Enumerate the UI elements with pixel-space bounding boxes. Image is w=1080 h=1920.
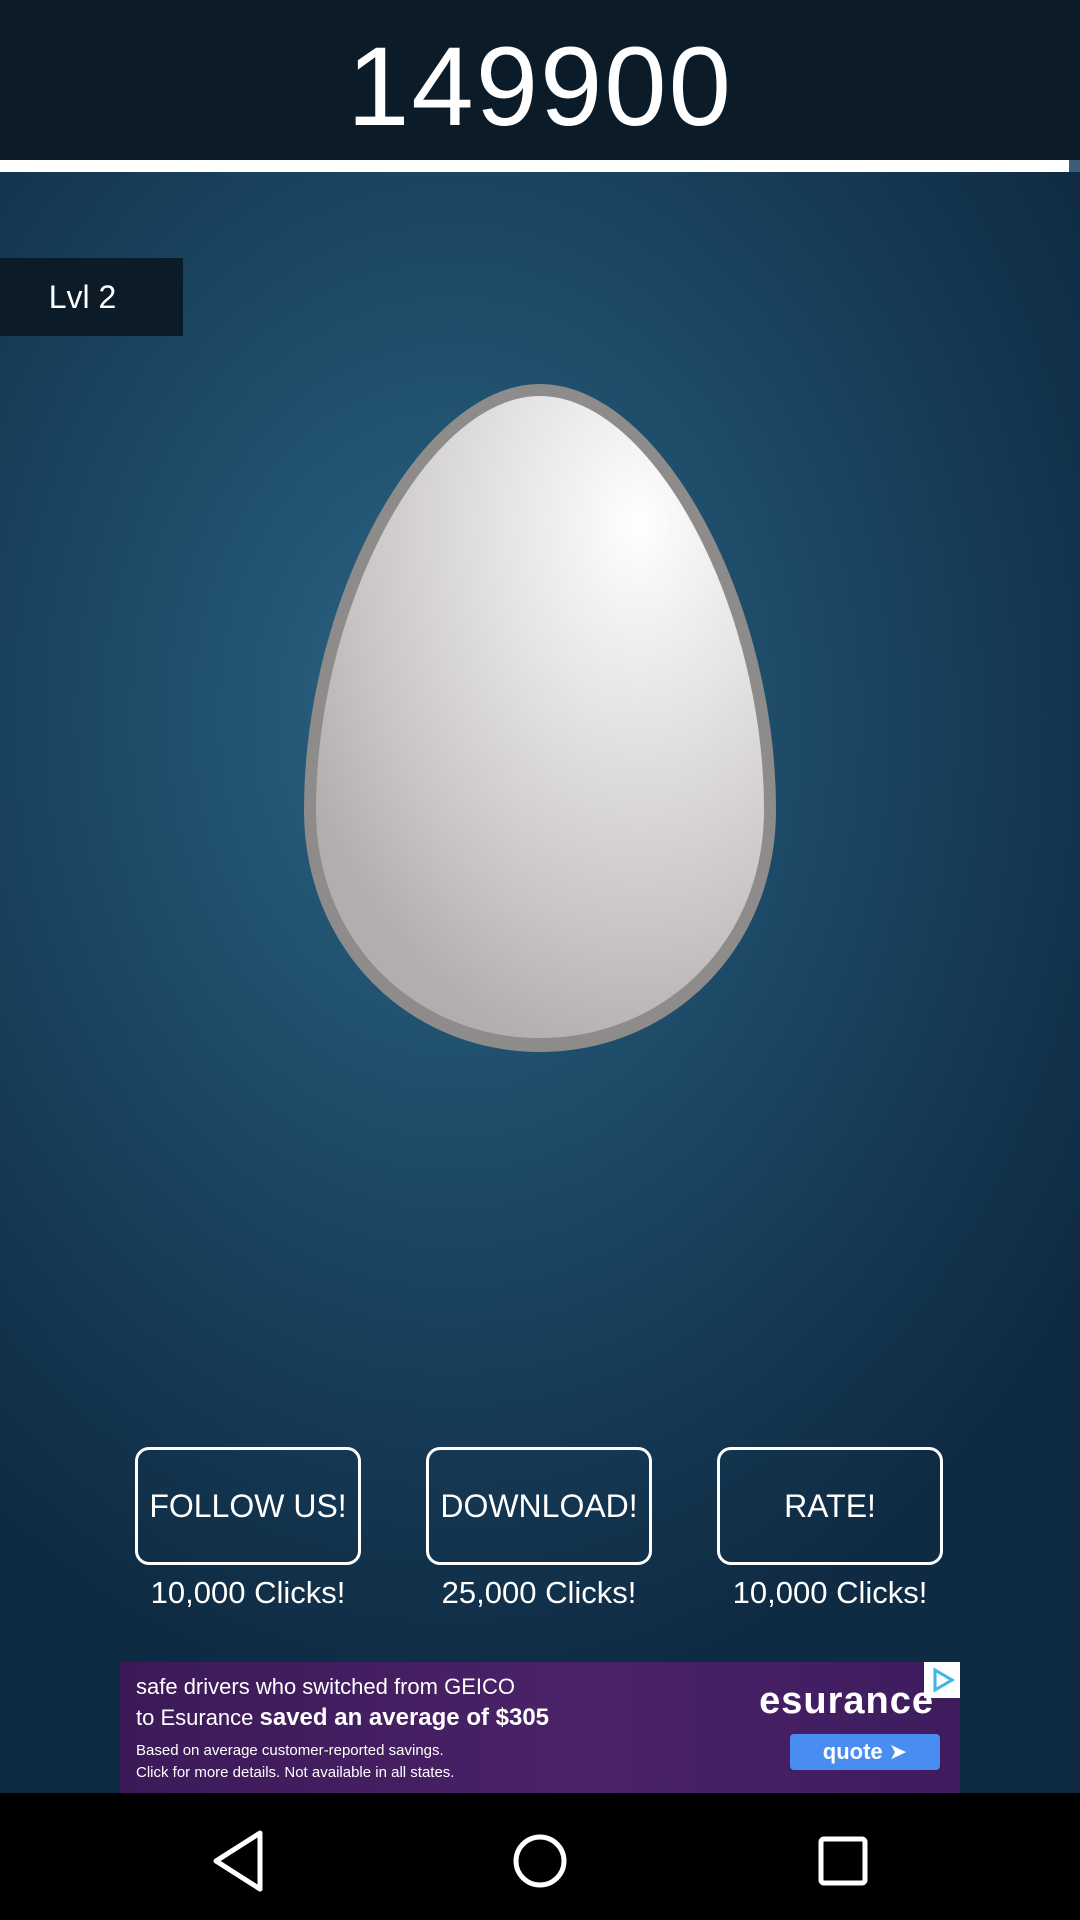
level-label: Lvl 2: [0, 258, 183, 336]
download-reward-label: 25,000 Clicks!: [441, 1575, 637, 1610]
download-action: DOWNLOAD! 25,000 Clicks!: [419, 1447, 659, 1611]
ad-choices-icon[interactable]: [924, 1662, 960, 1698]
ad-headline-2-prefix: to Esurance: [136, 1705, 260, 1730]
system-nav-bar: [0, 1793, 1080, 1920]
egg-icon: [304, 384, 776, 1052]
recents-square-icon[interactable]: [803, 1821, 883, 1901]
ad-brand-logo: esurance: [759, 1680, 934, 1722]
arrow-circle-icon: ➤: [888, 1739, 908, 1764]
rate-button[interactable]: RATE!: [717, 1447, 943, 1565]
home-circle-icon[interactable]: [500, 1821, 580, 1901]
back-triangle-icon[interactable]: [198, 1821, 278, 1901]
ad-banner[interactable]: safe drivers who switched from GEICO to …: [120, 1662, 960, 1793]
egg-button[interactable]: [300, 380, 780, 1056]
ad-disclaimer-2: Click for more details. Not available in…: [136, 1764, 455, 1781]
ad-headline-2-bold: saved an average of $305: [259, 1704, 550, 1731]
ad-headline-2: to Esurance saved an average of $305: [136, 1704, 549, 1732]
score-counter: 149900: [347, 24, 733, 149]
follow-action: FOLLOW US! 10,000 Clicks!: [128, 1447, 368, 1611]
download-button[interactable]: DOWNLOAD!: [426, 1447, 652, 1565]
ad-headline-1: safe drivers who switched from GEICO: [136, 1674, 516, 1699]
follow-us-button[interactable]: FOLLOW US!: [135, 1447, 361, 1565]
game-screen: 149900 Lvl 2 FOLLOW US! 10,000 Clicks! D…: [0, 0, 1080, 1793]
ad-quote-label: quote: [822, 1739, 883, 1764]
reward-actions: FOLLOW US! 10,000 Clicks! DOWNLOAD! 25,0…: [0, 1447, 1080, 1627]
ad-quote-button[interactable]: quote ➤: [790, 1734, 940, 1770]
score-bar: 149900: [0, 0, 1080, 160]
ad-disclaimer-1: Based on average customer-reported savin…: [136, 1742, 444, 1759]
level-progress-fill: [0, 160, 1070, 172]
follow-reward-label: 10,000 Clicks!: [150, 1575, 346, 1610]
level-progress-bar: [0, 160, 1080, 172]
rate-action: RATE! 10,000 Clicks!: [710, 1447, 950, 1611]
rate-reward-label: 10,000 Clicks!: [732, 1575, 928, 1610]
